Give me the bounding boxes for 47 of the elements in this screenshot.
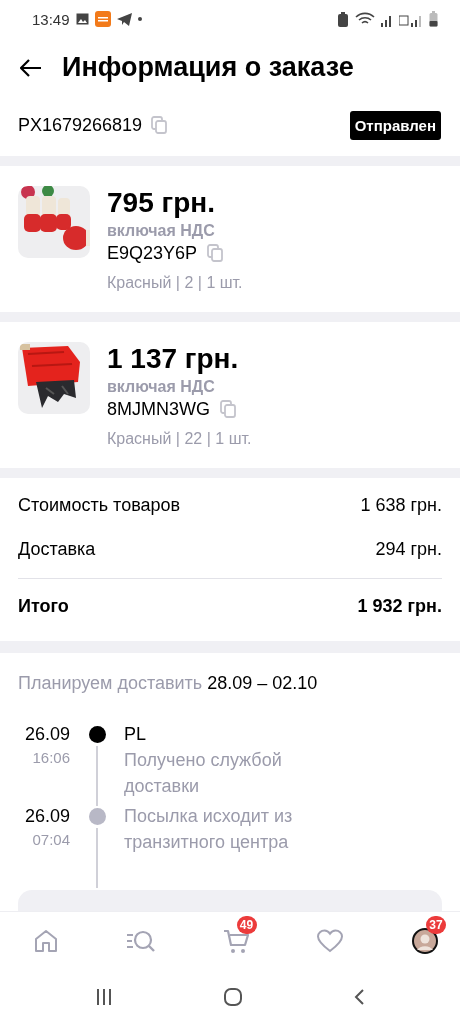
summary-value: 1 932 грн. <box>357 596 442 617</box>
item-details: Красный | 2 | 1 шт. <box>107 273 243 292</box>
recent-apps-icon[interactable] <box>95 987 113 1006</box>
back-button[interactable] <box>20 58 42 77</box>
item-price: 1 137 грн. <box>107 341 240 376</box>
item-price: 795 грн. <box>107 185 216 220</box>
order-number: PX1679266819 <box>18 114 143 136</box>
summary-value: 1 638 грн. <box>360 495 442 516</box>
event-time: 16:06 <box>32 748 70 766</box>
page-title: Информация о заказе <box>62 52 354 83</box>
home-button-icon[interactable] <box>223 986 243 1007</box>
search-icon[interactable] <box>125 928 156 953</box>
count-badge: 37 <box>426 915 446 934</box>
summary-label: Итого <box>18 596 69 617</box>
vat-note: включая НДС <box>107 377 216 396</box>
item-details: Красный | 22 | 1 шт. <box>107 429 252 448</box>
dot-icon <box>137 17 142 22</box>
wifi-icon <box>355 11 375 27</box>
avatar-icon[interactable] <box>412 927 438 954</box>
count-badge: 49 <box>236 915 257 934</box>
summary-label: Доставка <box>18 539 96 560</box>
vat-note: включая НДС <box>107 221 216 240</box>
copy-icon[interactable] <box>207 244 224 262</box>
item-code: 8MJMN3WG <box>107 398 210 420</box>
event-time: 07:04 <box>32 830 70 848</box>
event-date: 26.09 <box>24 723 70 745</box>
item-code: E9Q23Y6P <box>107 242 198 264</box>
home-icon[interactable] <box>33 928 59 953</box>
cart-icon[interactable] <box>222 927 249 954</box>
heart-icon[interactable] <box>317 928 344 953</box>
summary-value: 294 грн. <box>375 539 442 560</box>
event-location: PL <box>124 722 148 746</box>
status-label: Отправлен <box>349 110 441 140</box>
battery-saver-icon <box>337 11 349 27</box>
back-icon[interactable] <box>353 987 365 1006</box>
battery-icon <box>429 11 438 28</box>
clock: 13:49 <box>32 10 70 28</box>
event-description: Получено службой доставки <box>124 748 283 798</box>
gallery-icon <box>75 13 89 26</box>
send-icon <box>116 12 132 26</box>
copy-icon[interactable] <box>220 400 236 418</box>
app-icon <box>94 11 111 28</box>
delivery-estimate: Планируем доставить 28.09 – 02.10 <box>18 672 319 694</box>
copy-icon[interactable] <box>151 116 168 134</box>
summary-label: Стоимость товаров <box>18 495 181 516</box>
event-description: Посылка исходит из транзитного центра <box>124 804 294 854</box>
event-date: 26.09 <box>24 805 70 827</box>
